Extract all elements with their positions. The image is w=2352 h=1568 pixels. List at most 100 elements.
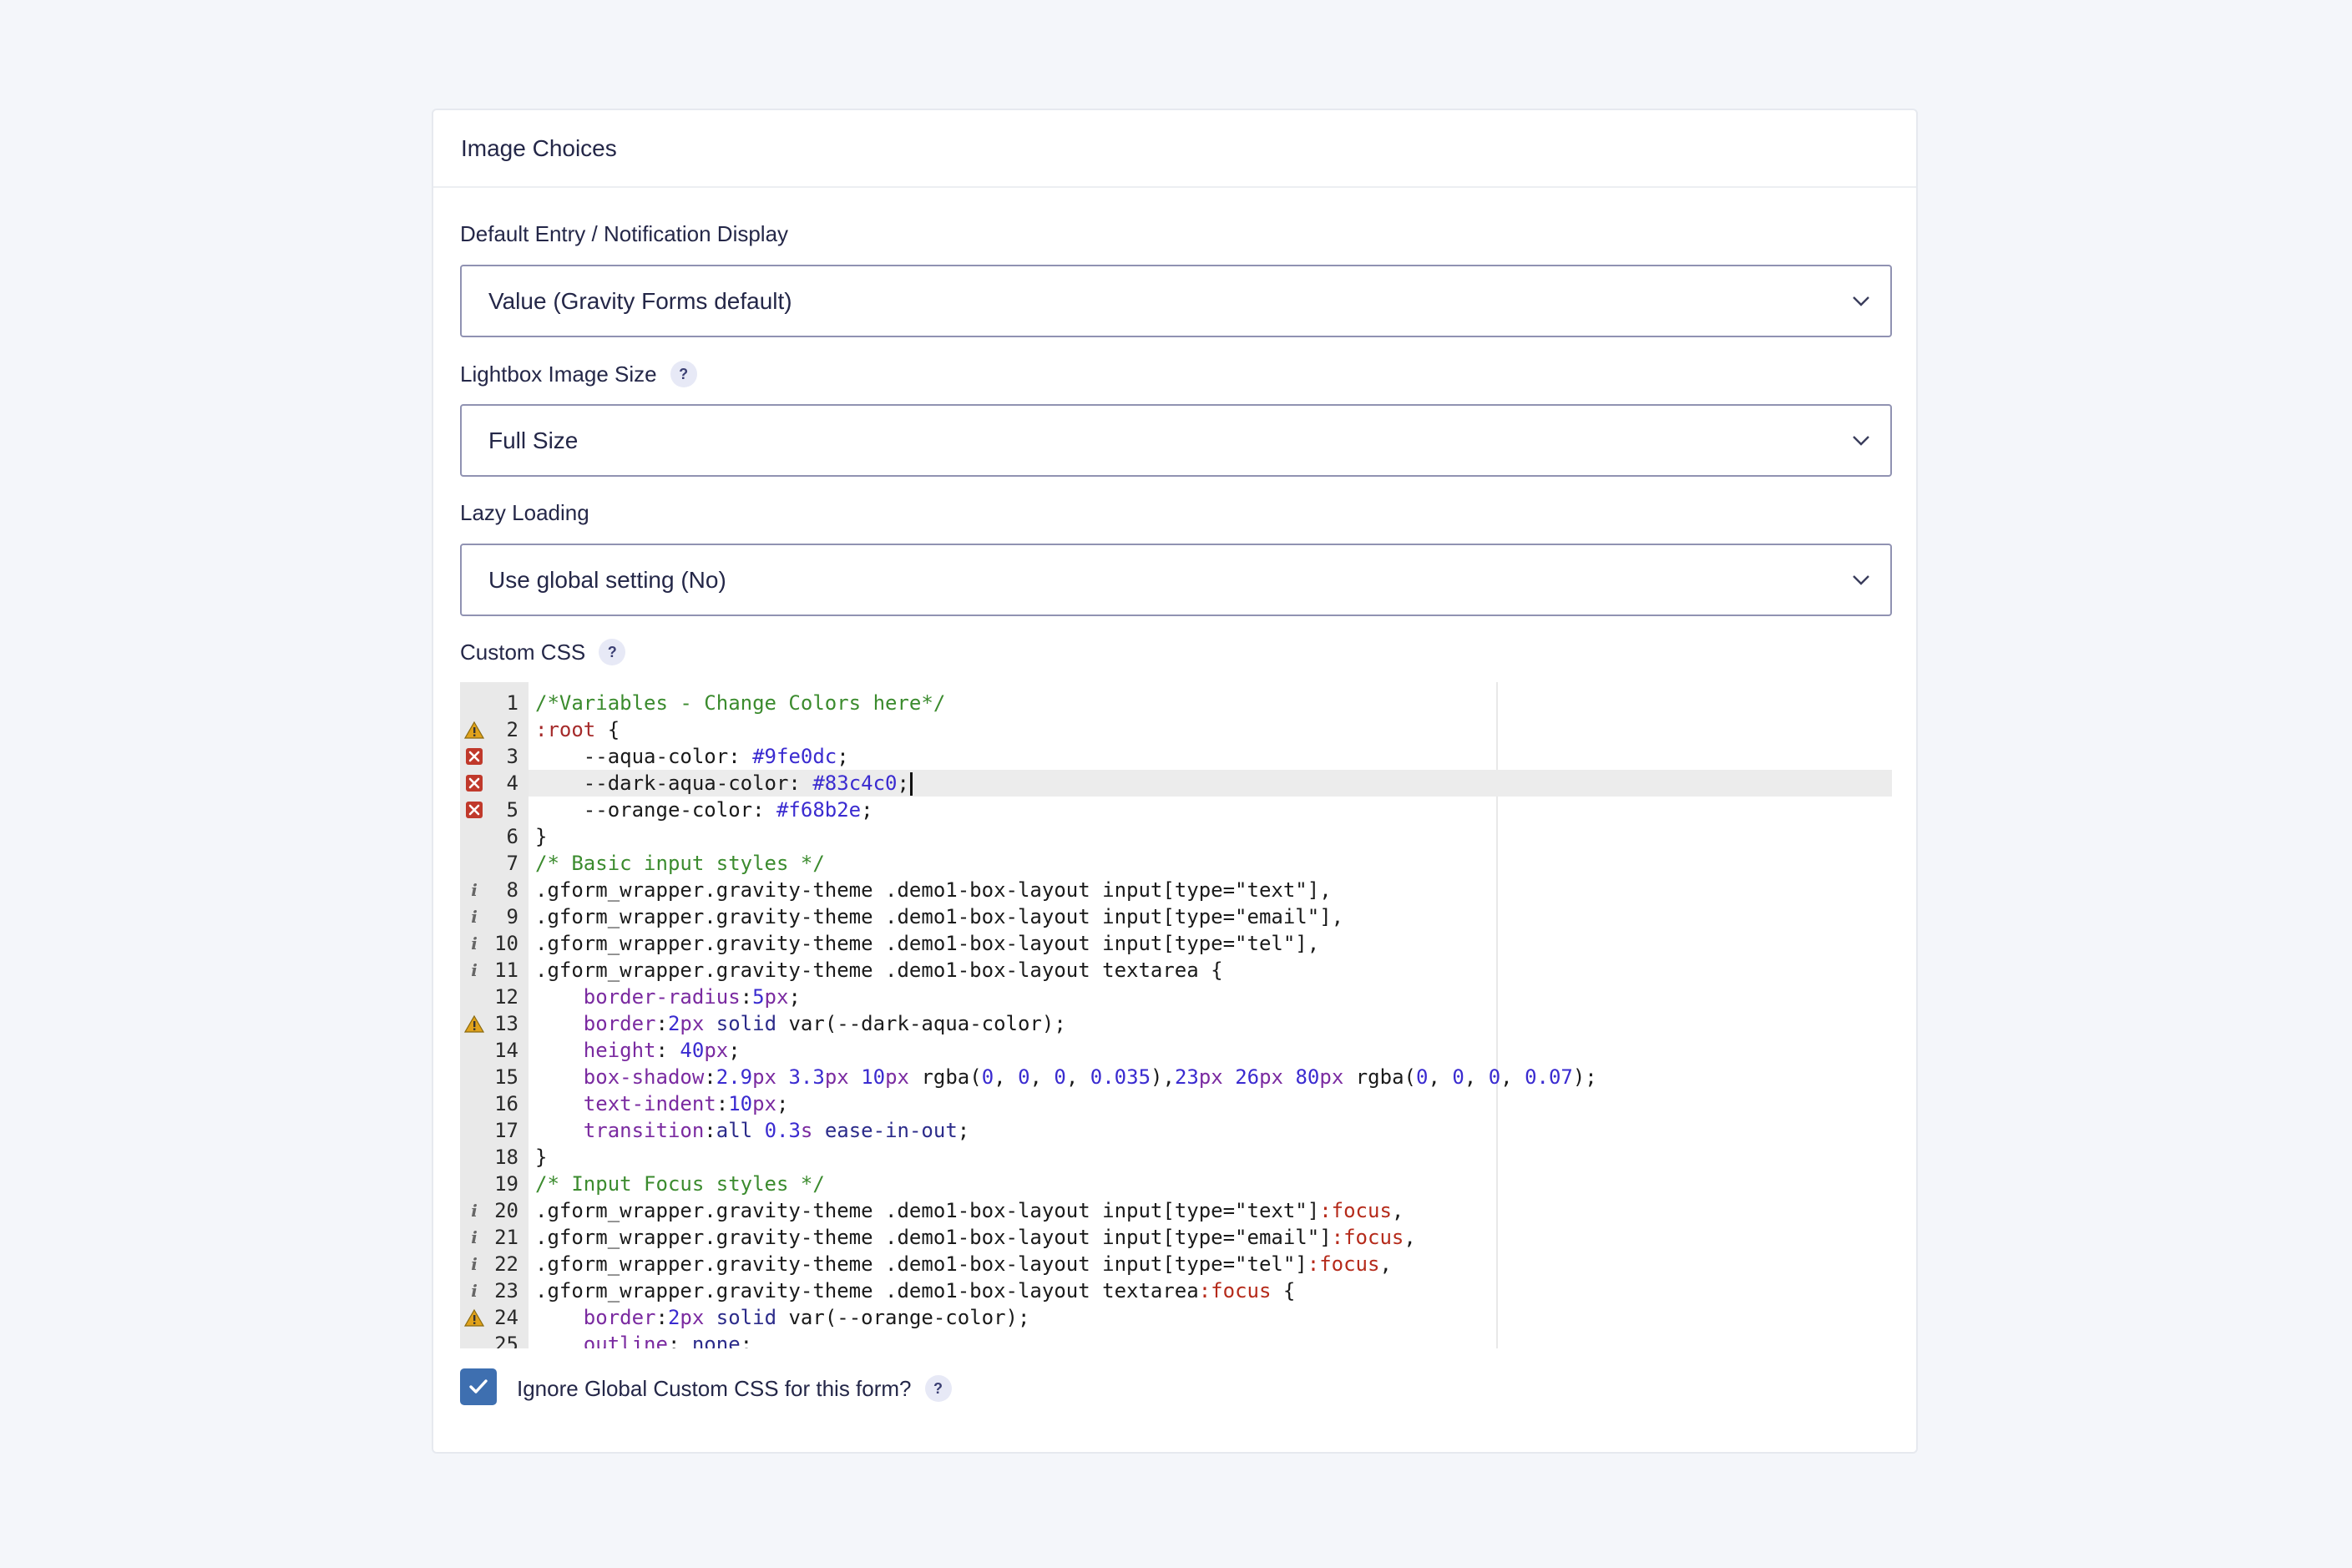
custom-css-editor[interactable]: 1 /*Variables - Change Colors here*/ 2:roo… xyxy=(460,682,1892,1348)
code-line[interactable]: 19 /* Input Focus styles */ xyxy=(460,1171,1892,1197)
code-text: } xyxy=(535,825,548,848)
code-line[interactable]: 5 --orange-color: #f68b2e; xyxy=(460,797,1892,823)
text-cursor xyxy=(909,772,913,796)
code-line[interactable]: 12 border-radius:5px; xyxy=(460,984,1892,1010)
info-icon[interactable]: i xyxy=(464,960,484,980)
ignore-global-css-label-text: Ignore Global Custom CSS for this form? xyxy=(517,1375,912,1401)
default-display-label-text: Default Entry / Notification Display xyxy=(460,221,789,246)
checkmark-icon xyxy=(469,1379,488,1393)
line-number: 20 xyxy=(494,1199,518,1222)
default-display-value: Value (Gravity Forms default) xyxy=(488,288,792,314)
lazy-loading-select[interactable]: Use global setting (No) xyxy=(460,544,1892,616)
line-number: 5 xyxy=(506,798,518,822)
code-line[interactable]: i 21 .gform_wrapper.gravity-theme .demo1-b… xyxy=(460,1224,1892,1251)
code-text: .gform_wrapper.gravity-theme .demo1-box-… xyxy=(535,1279,1296,1302)
code-text: /* Input Focus styles */ xyxy=(535,1172,825,1196)
code-line[interactable]: 3 --aqua-color: #9fe0dc; xyxy=(460,743,1892,770)
line-number: 15 xyxy=(494,1065,518,1089)
line-number: 4 xyxy=(506,771,518,795)
code-line[interactable]: 1 /*Variables - Change Colors here*/ xyxy=(460,690,1892,716)
code-text: border-radius:5px; xyxy=(583,985,801,1009)
default-display-label: Default Entry / Notification Display xyxy=(460,221,788,247)
info-icon[interactable]: i xyxy=(464,907,484,927)
info-icon[interactable]: i xyxy=(464,880,484,900)
line-number: 17 xyxy=(494,1119,518,1142)
code-text: box-shadow:2.9px 3.3px 10px rgba(0, 0, 0… xyxy=(583,1065,1597,1089)
code-line[interactable]: 15 box-shadow:2.9px 3.3px 10px rgba(0, 0… xyxy=(460,1064,1892,1090)
lazy-loading-label-text: Lazy Loading xyxy=(460,500,589,525)
line-number: 8 xyxy=(506,878,518,902)
panel-title: Image Choices xyxy=(461,135,617,161)
code-line[interactable]: i 8 .gform_wrapper.gravity-theme .demo1-bo… xyxy=(460,877,1892,903)
line-number: 25 xyxy=(494,1333,518,1348)
warning-icon[interactable] xyxy=(464,1014,484,1033)
line-number: 1 xyxy=(506,691,518,715)
code-text: .gform_wrapper.gravity-theme .demo1-box-… xyxy=(535,905,1344,928)
custom-css-label: Custom CSS ? xyxy=(460,639,626,665)
error-icon[interactable] xyxy=(464,747,484,766)
info-icon[interactable]: i xyxy=(464,1254,484,1274)
line-number: 6 xyxy=(506,825,518,848)
line-number: 16 xyxy=(494,1092,518,1115)
code-line[interactable]: 24 border:2px solid var(--orange-color); xyxy=(460,1304,1892,1331)
line-number: 11 xyxy=(494,959,518,982)
code-line[interactable]: i 20 .gform_wrapper.gravity-theme .demo1-b… xyxy=(460,1197,1892,1224)
code-line[interactable]: i 11 .gform_wrapper.gravity-theme .demo1-b… xyxy=(460,957,1892,984)
code-text: /* Basic input styles */ xyxy=(535,852,825,875)
custom-css-label-text: Custom CSS xyxy=(460,639,586,665)
code-line[interactable]: 17 transition:all 0.3s ease-in-out; xyxy=(460,1117,1892,1144)
code-text: .gform_wrapper.gravity-theme .demo1-box-… xyxy=(535,1252,1392,1276)
lightbox-size-value: Full Size xyxy=(488,427,579,453)
code-line[interactable]: 7 /* Basic input styles */ xyxy=(460,850,1892,877)
lightbox-size-label: Lightbox Image Size ? xyxy=(460,361,697,387)
code-line[interactable]: 18} xyxy=(460,1144,1892,1171)
line-number: 22 xyxy=(494,1252,518,1276)
custom-css-help-icon[interactable]: ? xyxy=(599,639,626,665)
chevron-down-icon xyxy=(1853,436,1869,446)
code-text: .gform_wrapper.gravity-theme .demo1-box-… xyxy=(535,1226,1416,1249)
lazy-loading-value: Use global setting (No) xyxy=(488,567,726,593)
line-number: 9 xyxy=(506,905,518,928)
line-number: 3 xyxy=(506,745,518,768)
info-icon[interactable]: i xyxy=(464,1227,484,1247)
chevron-down-icon xyxy=(1853,296,1869,306)
line-number: 13 xyxy=(494,1012,518,1035)
code-line[interactable]: i 23 .gform_wrapper.gravity-theme .demo1-b… xyxy=(460,1277,1892,1304)
code-line[interactable]: i 10 .gform_wrapper.gravity-theme .demo1-b… xyxy=(460,930,1892,957)
info-icon[interactable]: i xyxy=(464,1201,484,1221)
ignore-global-css-checkbox[interactable] xyxy=(460,1368,497,1405)
warning-icon[interactable] xyxy=(464,1308,484,1327)
code-text: border:2px solid var(--dark-aqua-color); xyxy=(583,1012,1066,1035)
code-line[interactable]: 16 text-indent:10px; xyxy=(460,1090,1892,1117)
code-line[interactable]: 6} xyxy=(460,823,1892,850)
info-icon[interactable]: i xyxy=(464,1281,484,1301)
error-icon[interactable] xyxy=(464,801,484,819)
code-text: outline: none; xyxy=(583,1333,753,1348)
lightbox-size-help-icon[interactable]: ? xyxy=(670,361,697,387)
line-number: 12 xyxy=(494,985,518,1009)
code-line[interactable]: 25 outline: none; xyxy=(460,1331,1892,1348)
lightbox-size-label-text: Lightbox Image Size xyxy=(460,361,657,387)
code-line[interactable]: 13 border:2px solid var(--dark-aqua-colo… xyxy=(460,1010,1892,1037)
code-line[interactable]: i 22 .gform_wrapper.gravity-theme .demo1-b… xyxy=(460,1251,1892,1277)
code-text: /*Variables - Change Colors here*/ xyxy=(535,691,946,715)
code-text: --aqua-color: #9fe0dc; xyxy=(535,745,849,768)
code-line[interactable]: 4 --dark-aqua-color: #83c4c0; xyxy=(460,770,1892,797)
image-choices-panel: Image Choices Default Entry / Notificati… xyxy=(432,109,1918,1454)
lazy-loading-label: Lazy Loading xyxy=(460,500,589,526)
panel-header: Image Choices xyxy=(433,110,1916,188)
line-number: 14 xyxy=(494,1039,518,1062)
code-line[interactable]: 14 height: 40px; xyxy=(460,1037,1892,1064)
code-text: .gform_wrapper.gravity-theme .demo1-box-… xyxy=(535,959,1223,982)
line-number: 23 xyxy=(494,1279,518,1302)
info-icon[interactable]: i xyxy=(464,933,484,953)
lightbox-size-select[interactable]: Full Size xyxy=(460,404,1892,477)
error-icon[interactable] xyxy=(464,774,484,792)
code-text: .gform_wrapper.gravity-theme .demo1-box-… xyxy=(535,932,1320,955)
warning-icon[interactable] xyxy=(464,721,484,739)
default-display-select[interactable]: Value (Gravity Forms default) xyxy=(460,265,1892,337)
ignore-global-help-icon[interactable]: ? xyxy=(924,1375,952,1402)
code-line[interactable]: i 9 .gform_wrapper.gravity-theme .demo1-bo… xyxy=(460,903,1892,930)
code-line[interactable]: 2:root { xyxy=(460,716,1892,743)
chevron-down-icon xyxy=(1853,575,1869,585)
